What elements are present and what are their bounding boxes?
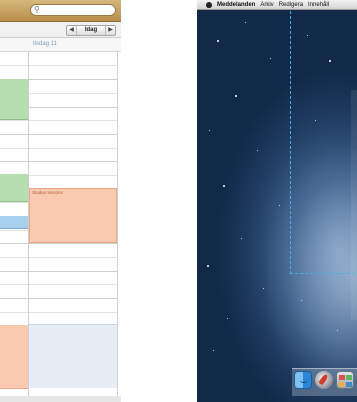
star bbox=[279, 205, 280, 206]
menu-bar: Meddelanden Arkiv Redigera Innehåll bbox=[197, 0, 357, 10]
app-tile bbox=[339, 382, 345, 387]
event-title: Studiar lessons bbox=[32, 190, 63, 195]
star bbox=[337, 330, 338, 331]
star bbox=[235, 95, 237, 97]
window-drop-outline bbox=[290, 11, 357, 274]
star bbox=[207, 265, 209, 267]
menu-file[interactable]: Arkiv bbox=[260, 2, 273, 8]
menu-edit[interactable]: Redigera bbox=[279, 2, 303, 8]
grid-line bbox=[0, 243, 118, 244]
today-button[interactable]: Idag bbox=[76, 26, 106, 35]
grid-line bbox=[0, 161, 118, 162]
star bbox=[245, 22, 246, 23]
screenshot-stage: ⚲ ◀ Idag ▶ tisdag 11 Studiar lessons Med… bbox=[0, 0, 357, 402]
finder-face bbox=[300, 377, 307, 383]
grid-line bbox=[0, 148, 118, 149]
grid-line bbox=[0, 120, 118, 121]
star bbox=[270, 58, 271, 59]
star bbox=[301, 300, 302, 301]
app-tile bbox=[346, 375, 352, 380]
finder-icon[interactable] bbox=[294, 371, 312, 389]
desktop-background: Meddelanden Arkiv Redigera Innehåll bbox=[197, 0, 357, 402]
next-day-button[interactable]: ▶ bbox=[106, 26, 115, 35]
calendar-event-green[interactable] bbox=[0, 79, 28, 120]
date-navigation: ◀ Idag ▶ bbox=[66, 25, 116, 36]
app-store-icon[interactable] bbox=[336, 371, 354, 389]
search-icon: ⚲ bbox=[34, 5, 40, 14]
star bbox=[227, 318, 228, 319]
previous-day-button[interactable]: ◀ bbox=[67, 26, 76, 35]
apple-icon[interactable] bbox=[206, 1, 212, 8]
star bbox=[263, 288, 264, 289]
day-header-label: tisdag 11 bbox=[33, 41, 57, 47]
calendar-window: ⚲ ◀ Idag ▶ tisdag 11 Studiar lessons bbox=[0, 0, 121, 402]
menu-messages[interactable]: Meddelanden bbox=[217, 2, 255, 8]
app-tile bbox=[339, 375, 345, 380]
star bbox=[217, 40, 219, 42]
calendar-day-grid[interactable]: Studiar lessons bbox=[0, 52, 121, 396]
grid-line bbox=[0, 298, 118, 299]
calendar-event-blue[interactable] bbox=[0, 216, 28, 229]
star bbox=[257, 150, 258, 151]
star bbox=[209, 130, 210, 131]
search-field[interactable]: ⚲ bbox=[30, 4, 116, 16]
menu-content[interactable]: Innehåll bbox=[308, 2, 329, 8]
star bbox=[223, 185, 225, 187]
calendar-highlight-block bbox=[29, 324, 117, 388]
calendar-bottom-bar bbox=[0, 396, 121, 402]
grid-line bbox=[0, 271, 118, 272]
calendar-event-green[interactable] bbox=[0, 174, 28, 202]
day-column-header: tisdag 11 bbox=[0, 38, 121, 52]
grid-line bbox=[0, 134, 118, 135]
rocket-icon bbox=[318, 373, 329, 386]
grid-line bbox=[0, 284, 118, 285]
launchpad-icon[interactable] bbox=[315, 371, 333, 389]
star bbox=[241, 238, 242, 239]
grid-right-border bbox=[117, 52, 118, 396]
grid-line bbox=[0, 65, 118, 66]
calendar-event-orange[interactable] bbox=[0, 325, 28, 389]
dock bbox=[292, 368, 357, 396]
grid-line bbox=[0, 257, 118, 258]
calendar-toolbar: ⚲ bbox=[0, 0, 121, 22]
window-edge bbox=[351, 90, 357, 320]
star bbox=[213, 350, 214, 351]
calendar-event-studiar-lessons[interactable]: Studiar lessons bbox=[29, 188, 117, 243]
grid-line bbox=[0, 312, 118, 313]
app-tile bbox=[346, 382, 352, 387]
calendar-nav-bar: ◀ Idag ▶ bbox=[0, 22, 121, 38]
